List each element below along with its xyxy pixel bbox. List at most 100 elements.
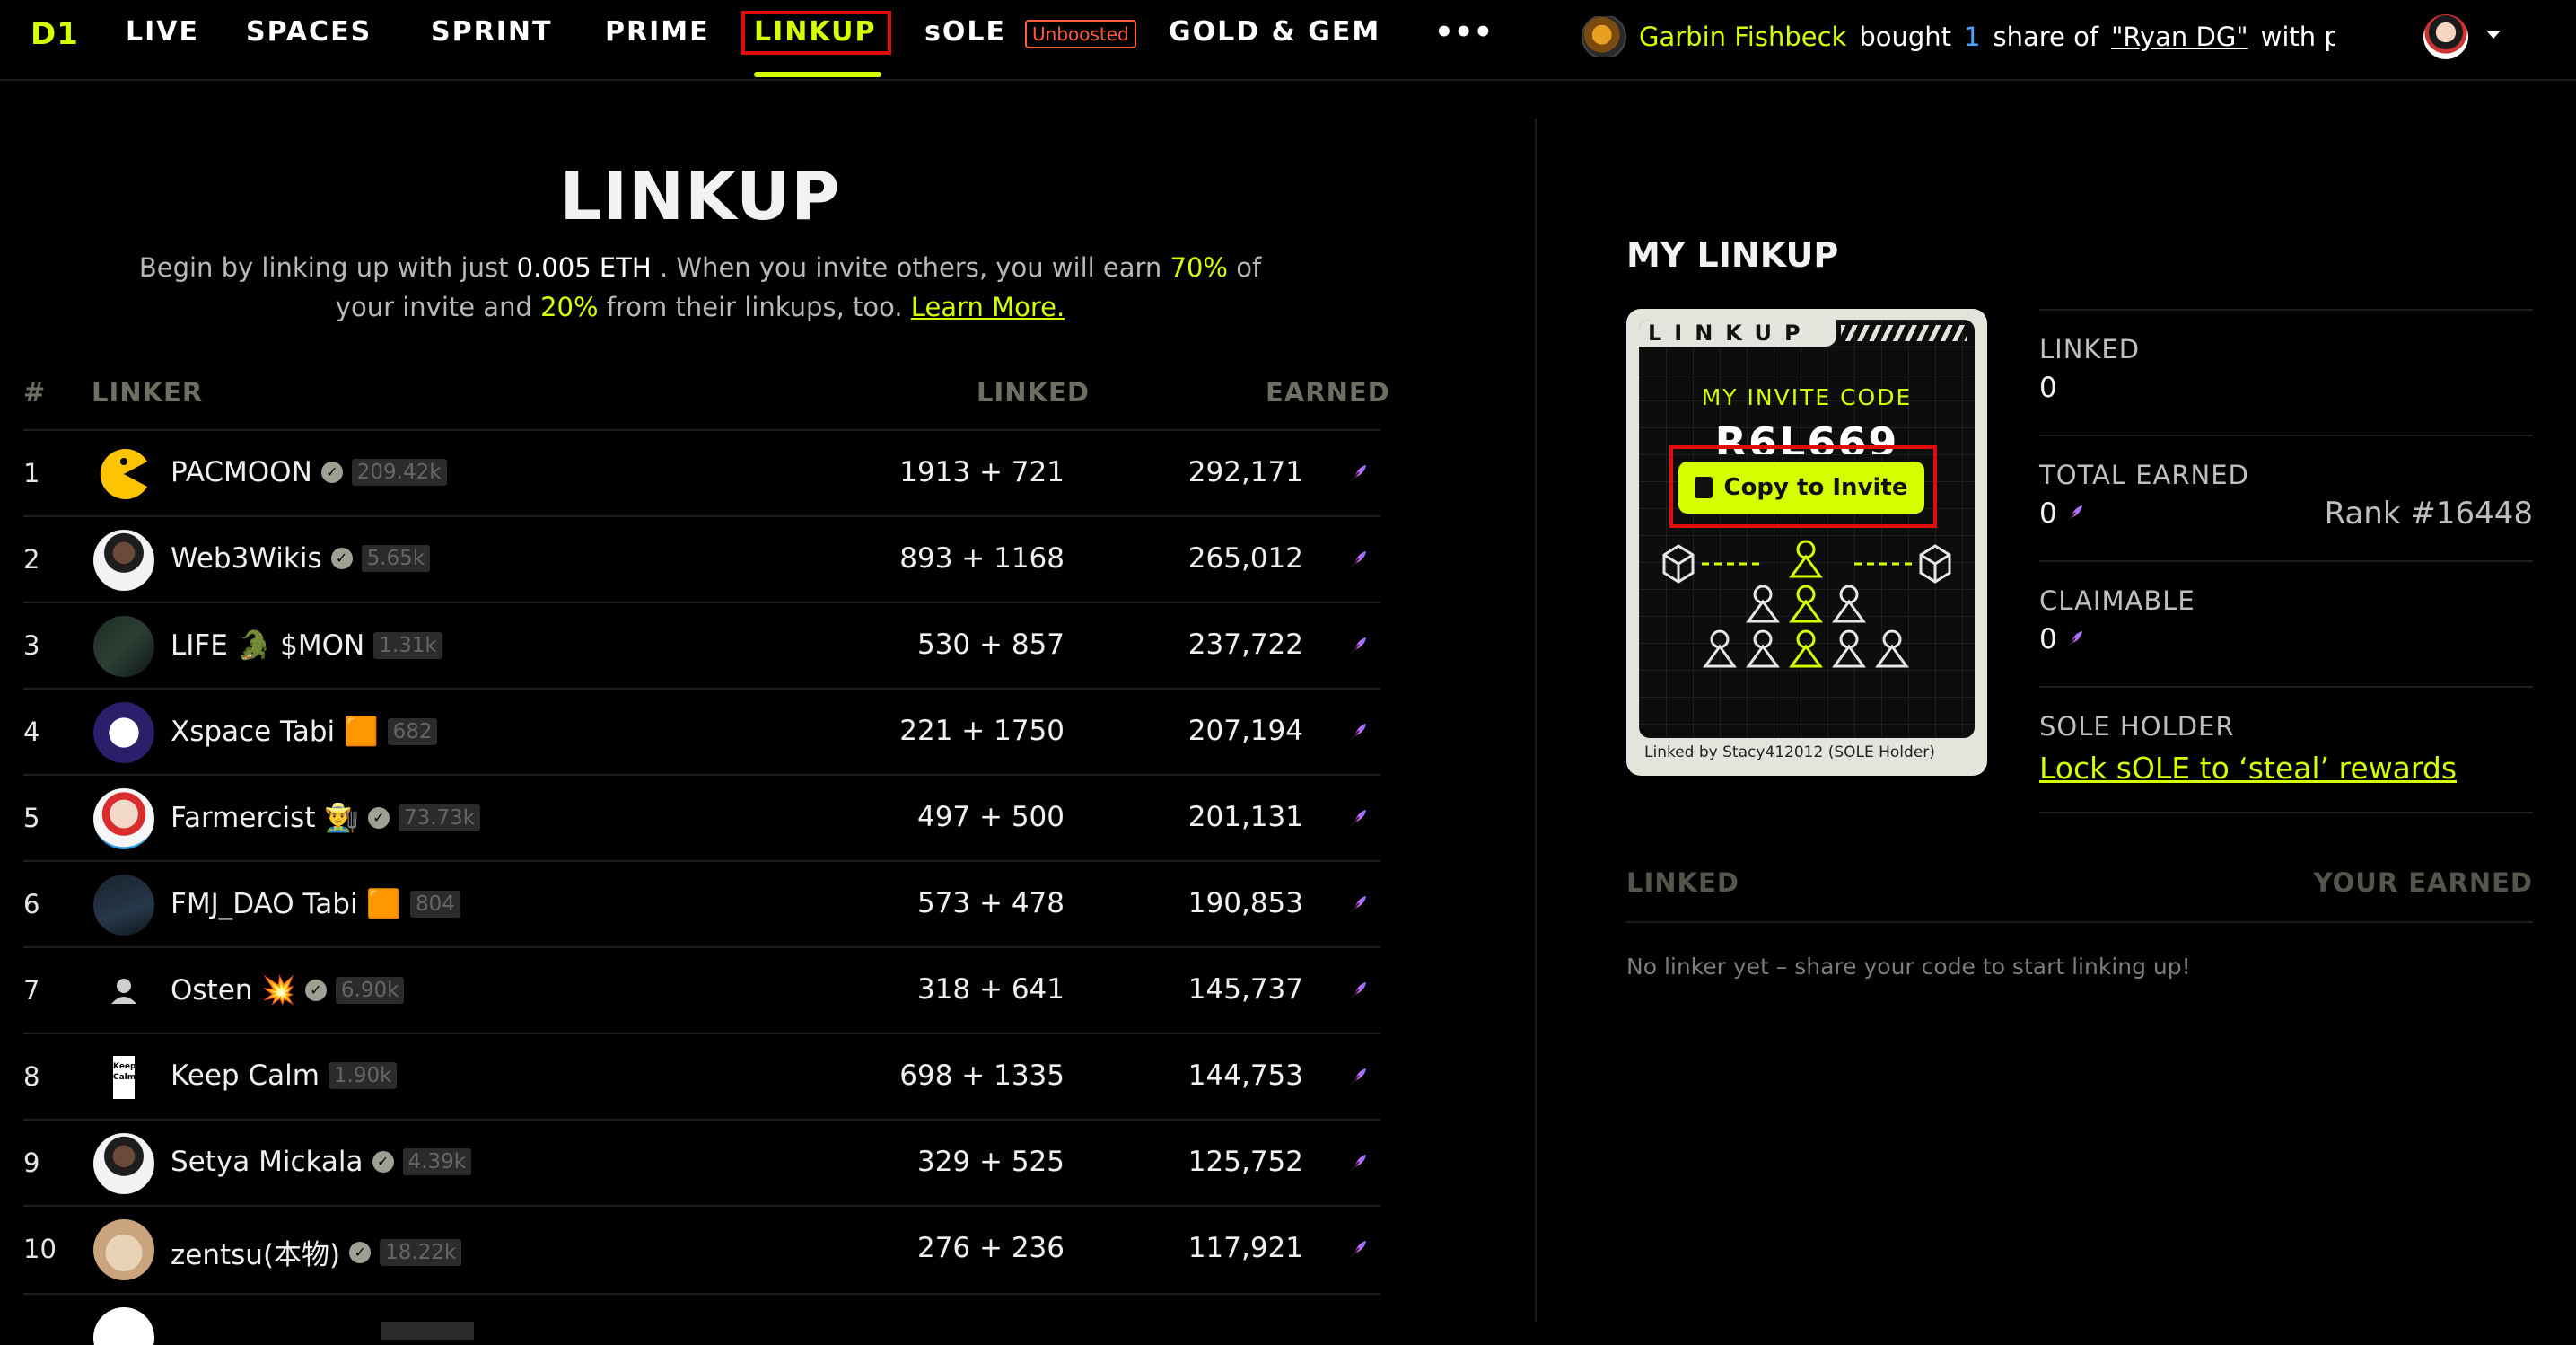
row-rank: 9 bbox=[23, 1147, 40, 1178]
linker-name-text: Web3Wikis bbox=[171, 542, 322, 575]
chevron-down-icon[interactable] bbox=[2486, 31, 2501, 39]
verified-icon: ✓ bbox=[320, 462, 343, 483]
more-menu-icon[interactable]: ••• bbox=[1434, 14, 1493, 50]
linker-name[interactable]: FMJ_DAO Tabi 🟧 804 bbox=[171, 887, 460, 920]
table-row[interactable]: 8 Keep Calm Keep Calm 1.90k 698 + 1335 144,753 bbox=[23, 1033, 1380, 1119]
ticker-target-link[interactable]: "Ryan DG" bbox=[2111, 22, 2248, 52]
table-row[interactable]: 2 Web3Wikis ✓ 5.65k 893 + 1168 265,012 bbox=[23, 515, 1380, 602]
row-rank: 6 bbox=[23, 889, 40, 919]
table-row[interactable]: 9 Setya Mickala ✓ 4.39k 329 + 525 125,752 bbox=[23, 1119, 1380, 1205]
divider bbox=[2039, 686, 2533, 688]
col-header-earned: EARNED bbox=[1266, 377, 1390, 408]
feather-icon bbox=[1350, 1068, 1366, 1086]
linker-name[interactable]: Xspace Tabi 🟧 682 bbox=[171, 715, 438, 748]
ticker-buyer[interactable]: Garbin Fishbeck bbox=[1639, 22, 1846, 52]
verified-icon: ✓ bbox=[349, 1241, 372, 1263]
table-row[interactable]: 6 FMJ_DAO Tabi 🟧 804 573 + 478 190,853 bbox=[23, 860, 1380, 946]
keepcalm-avatar[interactable]: Keep Calm bbox=[93, 1047, 154, 1108]
nav-spaces[interactable]: SPACES bbox=[246, 16, 372, 48]
chart-avatar[interactable] bbox=[93, 875, 154, 936]
clown-avatar[interactable] bbox=[93, 788, 154, 849]
pacman-avatar[interactable] bbox=[93, 444, 154, 505]
linker-name[interactable]: Farmercist 👨‍🌾 ✓ 73.73k bbox=[171, 801, 481, 834]
intro-text: Begin by linking up with just 0.005 ETH … bbox=[126, 248, 1275, 327]
person-avatar[interactable] bbox=[93, 1133, 154, 1194]
feather-icon bbox=[2066, 631, 2082, 648]
learn-more-link[interactable]: Learn More. bbox=[911, 292, 1065, 322]
user-avatar[interactable] bbox=[2423, 14, 2468, 59]
table-row[interactable]: 7 Osten 💥 ✓ 6.90k 318 + 641 145,737 bbox=[23, 946, 1380, 1033]
scene-avatar[interactable] bbox=[93, 616, 154, 677]
linker-name-text: PACMOON bbox=[171, 456, 312, 488]
empty-linkers-message: No linker yet – share your code to start… bbox=[1626, 954, 2191, 980]
followers-badge bbox=[381, 1322, 474, 1340]
linker-name[interactable]: Keep Calm 1.90k bbox=[171, 1059, 398, 1092]
table-row[interactable]: 1 PACMOON ✓ 209.42k 1913 + 721 292,171 bbox=[23, 429, 1380, 515]
divider bbox=[2039, 435, 2533, 436]
feather-icon bbox=[1350, 724, 1366, 741]
earned-value: 292,171 bbox=[1187, 456, 1303, 488]
nav-sole[interactable]: sOLE bbox=[924, 16, 1006, 48]
divider bbox=[2039, 309, 2533, 311]
row-rank: 2 bbox=[23, 544, 40, 575]
row-rank: 1 bbox=[23, 458, 40, 488]
nav-sprint[interactable]: SPRINT bbox=[431, 16, 552, 48]
default-avatar[interactable] bbox=[93, 961, 154, 1022]
table-row[interactable]: 3 LIFE 🐊 $MON 1.31k 530 + 857 237,722 bbox=[23, 602, 1380, 688]
seal-avatar[interactable] bbox=[93, 1219, 154, 1280]
linker-name[interactable]: Osten 💥 ✓ 6.90k bbox=[171, 973, 405, 1007]
top-navbar: D1 LIVE SPACES SPRINT PRIME LINKUP sOLE … bbox=[0, 0, 2576, 81]
followers-badge: 4.39k bbox=[402, 1148, 472, 1175]
linker-name[interactable]: zentsu(本物) ✓ 18.22k bbox=[171, 1232, 462, 1272]
earned-value: 117,921 bbox=[1187, 1232, 1303, 1264]
rank-text: Rank #16448 bbox=[2324, 496, 2533, 532]
row-rank: 4 bbox=[23, 716, 40, 747]
row-rank: 3 bbox=[23, 630, 40, 661]
linker-name-text: Xspace Tabi 🟧 bbox=[171, 716, 379, 748]
linker-name[interactable]: PACMOON ✓ 209.42k bbox=[171, 456, 447, 488]
unboosted-badge: Unboosted bbox=[1025, 20, 1136, 48]
earned-value: 190,853 bbox=[1187, 887, 1303, 919]
referral-tree-icon bbox=[1662, 540, 1951, 668]
divider bbox=[2039, 812, 2533, 813]
linker-name-text: LIFE 🐊 $MON bbox=[171, 629, 365, 662]
linked-count: 0 bbox=[2039, 372, 2057, 404]
total-earned-amount: 0 bbox=[2039, 497, 2057, 530]
linked-value: 0 bbox=[2039, 372, 2057, 404]
my-linked-col-header: LINKED bbox=[1626, 867, 1739, 898]
linked-value: 893 + 1168 bbox=[899, 542, 1065, 575]
col-header-rank: # bbox=[23, 377, 47, 408]
ticker-avatar bbox=[1582, 16, 1626, 57]
ball-avatar[interactable] bbox=[93, 702, 154, 763]
divider bbox=[1626, 921, 2533, 923]
intro-part: . When you invite others, you will earn bbox=[659, 252, 1162, 283]
linker-name[interactable]: Setya Mickala ✓ 4.39k bbox=[171, 1146, 472, 1178]
earned-value: 201,131 bbox=[1187, 801, 1303, 833]
linked-value: 573 + 478 bbox=[916, 887, 1065, 919]
linker-name-text: FMJ_DAO Tabi 🟧 bbox=[171, 888, 402, 920]
followers-badge: 6.90k bbox=[335, 976, 405, 1004]
claimable-value: 0 bbox=[2039, 623, 2084, 655]
nav-prime[interactable]: PRIME bbox=[605, 16, 710, 48]
nav-gold-gem[interactable]: GOLD & GEM bbox=[1169, 16, 1380, 48]
ticker-action: bought bbox=[1859, 22, 1952, 52]
d1-logo[interactable]: D1 bbox=[31, 16, 79, 52]
table-row[interactable]: 10 zentsu(本物) ✓ 18.22k 276 + 236 117,921 bbox=[23, 1205, 1380, 1291]
person-avatar[interactable] bbox=[93, 530, 154, 591]
linker-name[interactable]: LIFE 🐊 $MON 1.31k bbox=[171, 629, 442, 662]
row-rank: 10 bbox=[23, 1234, 57, 1264]
linker-name[interactable]: Web3Wikis ✓ 5.65k bbox=[171, 542, 431, 575]
followers-badge: 73.73k bbox=[398, 804, 481, 831]
col-header-linker: LINKER bbox=[92, 377, 204, 408]
followers-badge: 209.42k bbox=[351, 459, 447, 486]
table-row[interactable] bbox=[23, 1293, 1380, 1345]
intro-pct-linkups: 20% bbox=[540, 292, 599, 322]
nav-live[interactable]: LIVE bbox=[126, 16, 199, 48]
invite-card: LINKUP MY INVITE CODE R6L669 Linked by S… bbox=[1626, 309, 1987, 776]
activity-ticker[interactable]: Garbin Fishbeck bought 1 share of "Ryan … bbox=[1582, 16, 2335, 57]
table-row[interactable]: 5 Farmercist 👨‍🌾 ✓ 73.73k 497 + 500 201,131 bbox=[23, 774, 1380, 860]
lock-sole-link[interactable]: Lock sOLE to ‘steal’ rewards bbox=[2039, 751, 2457, 786]
page-title: LINKUP bbox=[559, 158, 841, 235]
table-row[interactable]: 4 Xspace Tabi 🟧 682 221 + 1750 207,194 bbox=[23, 688, 1380, 774]
followers-badge: 5.65k bbox=[361, 545, 431, 572]
